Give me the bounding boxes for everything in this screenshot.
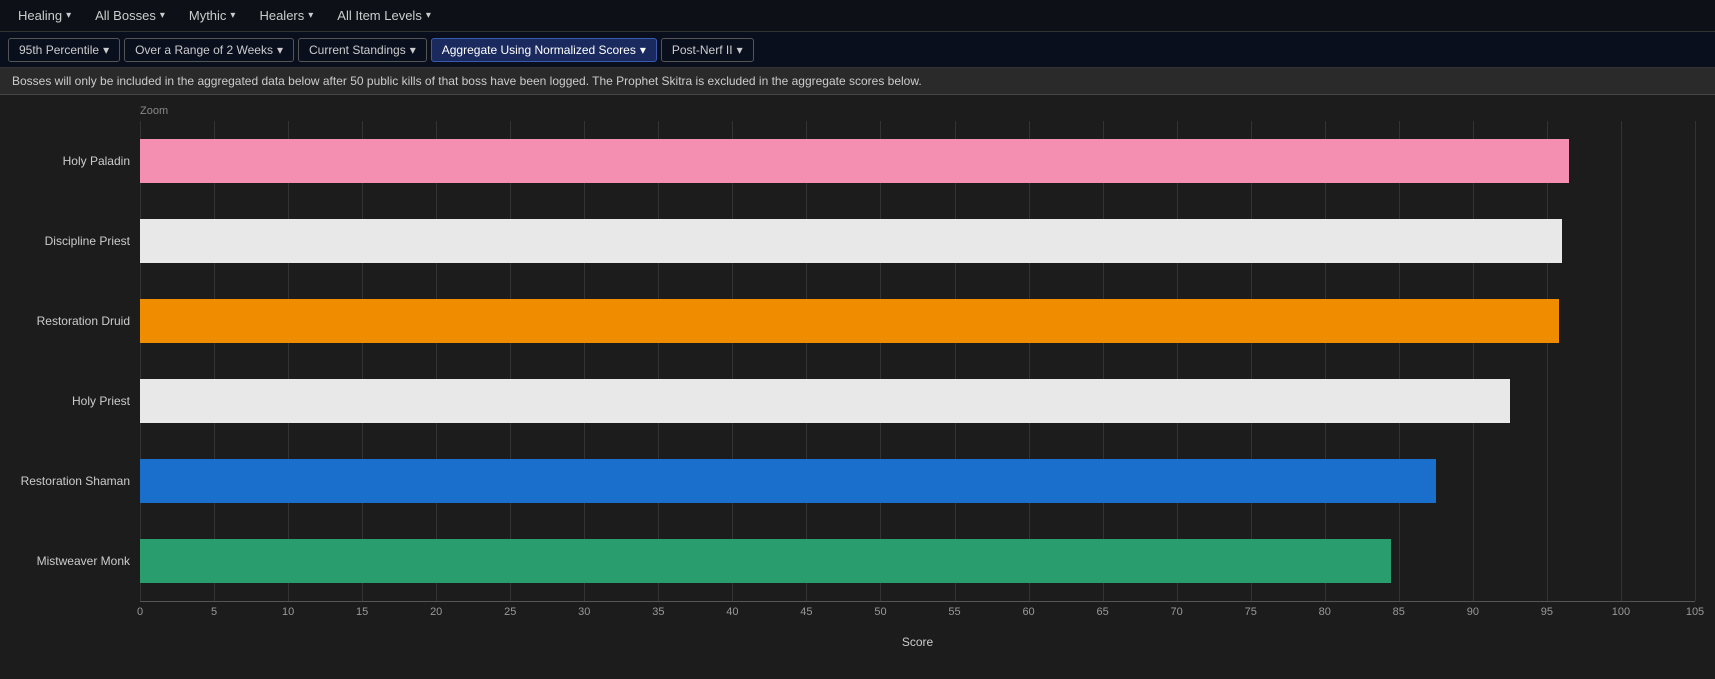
info-bar: Bosses will only be included in the aggr… (0, 68, 1715, 95)
info-text: Bosses will only be included in the aggr… (12, 74, 922, 88)
chart-container: Zoom Holy PaladinDiscipline PriestRestor… (0, 95, 1715, 679)
x-tick: 65 (1096, 606, 1108, 618)
x-tick: 35 (652, 606, 664, 618)
x-tick: 25 (504, 606, 516, 618)
nav-all-bosses[interactable]: All Bosses ▾ (85, 4, 175, 27)
btn-aggregate[interactable]: Aggregate Using Normalized Scores ▾ (431, 38, 657, 62)
btn-post-nerf[interactable]: Post-Nerf II ▾ (661, 38, 754, 62)
btn-percentile-label: 95th Percentile (19, 43, 99, 57)
x-tick: 0 (137, 606, 143, 618)
nav-all-item-levels-label: All Item Levels (337, 8, 422, 23)
x-tick: 15 (356, 606, 368, 618)
bar-wrapper (140, 139, 1695, 183)
x-tick: 40 (726, 606, 738, 618)
bar-row: Holy Paladin (140, 121, 1695, 201)
x-tick: 20 (430, 606, 442, 618)
btn-percentile[interactable]: 95th Percentile ▾ (8, 38, 120, 62)
nav-mythic-label: Mythic (189, 8, 227, 23)
nav-healers-caret: ▾ (308, 10, 313, 21)
x-axis: 0 5 10 15 20 25 30 35 40 45 50 55 60 65 70 75 80 85 90 95 10… (140, 601, 1695, 631)
btn-post-nerf-label: Post-Nerf II (672, 43, 733, 57)
bar-fill[interactable] (140, 539, 1391, 583)
x-tick: 105 (1686, 606, 1704, 618)
bar-row: Restoration Shaman (140, 441, 1695, 521)
top-nav: Healing ▾ All Bosses ▾ Mythic ▾ Healers … (0, 0, 1715, 32)
nav-healers[interactable]: Healers ▾ (249, 4, 323, 27)
bar-wrapper (140, 299, 1695, 343)
nav-healers-label: Healers (259, 8, 304, 23)
nav-all-item-levels-caret: ▾ (426, 10, 431, 21)
x-tick: 70 (1171, 606, 1183, 618)
nav-all-bosses-caret: ▾ (160, 10, 165, 21)
bar-fill[interactable] (140, 299, 1559, 343)
bar-label: Restoration Shaman (0, 474, 130, 488)
nav-all-item-levels[interactable]: All Item Levels ▾ (327, 4, 441, 27)
bar-label: Discipline Priest (0, 234, 130, 248)
bar-label: Holy Paladin (0, 154, 130, 168)
bar-wrapper (140, 539, 1695, 583)
bar-fill[interactable] (140, 219, 1562, 263)
bar-wrapper (140, 379, 1695, 423)
nav-healing-label: Healing (18, 8, 62, 23)
x-tick: 85 (1393, 606, 1405, 618)
btn-aggregate-label: Aggregate Using Normalized Scores (442, 43, 636, 57)
x-tick: 50 (874, 606, 886, 618)
bar-label: Restoration Druid (0, 314, 130, 328)
btn-standings[interactable]: Current Standings ▾ (298, 38, 427, 62)
bar-fill[interactable] (140, 139, 1569, 183)
nav-all-bosses-label: All Bosses (95, 8, 156, 23)
nav-mythic[interactable]: Mythic ▾ (179, 4, 246, 27)
x-tick: 100 (1612, 606, 1630, 618)
zoom-label: Zoom (140, 105, 1715, 117)
nav-healing-caret: ▾ (66, 10, 71, 21)
bar-wrapper (140, 219, 1695, 263)
bar-label: Mistweaver Monk (0, 554, 130, 568)
x-tick: 45 (800, 606, 812, 618)
x-tick: 80 (1319, 606, 1331, 618)
x-tick: 95 (1541, 606, 1553, 618)
bar-fill[interactable] (140, 459, 1436, 503)
x-tick: 30 (578, 606, 590, 618)
x-tick: 60 (1022, 606, 1034, 618)
x-tick: 5 (211, 606, 217, 618)
x-tick: 75 (1245, 606, 1257, 618)
nav-healing[interactable]: Healing ▾ (8, 4, 81, 27)
bar-wrapper (140, 459, 1695, 503)
chart-inner: Holy PaladinDiscipline PriestRestoration… (140, 121, 1695, 601)
second-nav: 95th Percentile ▾ Over a Range of 2 Week… (0, 32, 1715, 68)
x-tick: 55 (948, 606, 960, 618)
x-tick: 10 (282, 606, 294, 618)
bar-row: Mistweaver Monk (140, 521, 1695, 601)
bar-label: Holy Priest (0, 394, 130, 408)
bar-row: Discipline Priest (140, 201, 1695, 281)
bars-container: Holy PaladinDiscipline PriestRestoration… (140, 121, 1695, 601)
btn-weeks-label: Over a Range of 2 Weeks (135, 43, 273, 57)
grid-line (1695, 121, 1696, 601)
nav-mythic-caret: ▾ (230, 10, 235, 21)
bar-fill[interactable] (140, 379, 1510, 423)
x-axis-label: Score (140, 635, 1695, 649)
btn-weeks[interactable]: Over a Range of 2 Weeks ▾ (124, 38, 294, 62)
btn-standings-label: Current Standings (309, 43, 406, 57)
x-tick: 90 (1467, 606, 1479, 618)
bar-row: Restoration Druid (140, 281, 1695, 361)
bar-row: Holy Priest (140, 361, 1695, 441)
